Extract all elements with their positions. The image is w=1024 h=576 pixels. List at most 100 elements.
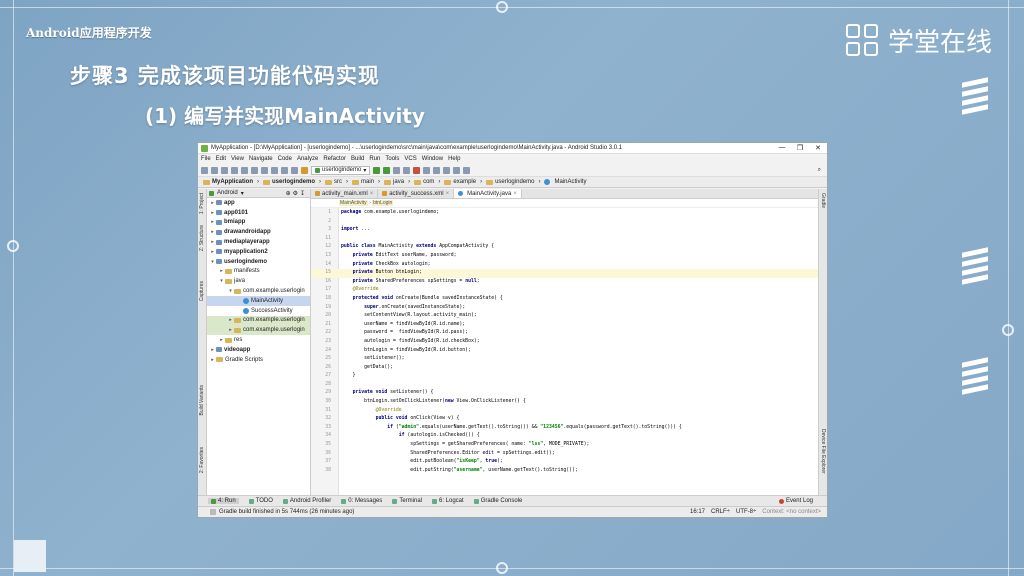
project-view-select[interactable]: Android [217, 190, 238, 196]
code-line[interactable]: 3 import ... [311, 226, 818, 235]
tree-item[interactable]: ▸ app [207, 198, 310, 208]
code-line[interactable]: 19 super.onCreate(savedInstanceState); [311, 304, 818, 313]
avd-manager-icon[interactable] [433, 166, 441, 174]
tree-item[interactable]: ▸ Gradle Scripts [207, 355, 310, 365]
expand-arrow-icon[interactable]: ▸ [209, 219, 216, 225]
code-line[interactable]: 13 private EditText userName, password; [311, 252, 818, 261]
expand-arrow-icon[interactable]: ▸ [209, 229, 216, 235]
menu-item-file[interactable]: File [201, 156, 211, 162]
code-area[interactable]: 1 package com.example.userlogindemo; 2 3 imp… [311, 209, 818, 475]
maximize-icon[interactable]: ❐ [791, 144, 809, 152]
code-line[interactable]: 14 private CheckBox autologin; [311, 261, 818, 270]
tree-item[interactable]: MainActivity [207, 295, 310, 306]
open-icon[interactable] [201, 166, 208, 174]
left-tool-3[interactable]: Build Variants [199, 385, 205, 415]
tab-close-icon[interactable]: × [370, 191, 374, 197]
code-line[interactable]: 12 public class MainActivity extends AppC… [311, 243, 818, 252]
code-line[interactable]: 15 private Button btnLogin; [311, 269, 818, 278]
expand-arrow-icon[interactable]: ▾ [209, 259, 216, 265]
run-config-select[interactable]: userlogindemo ▾ [311, 165, 371, 175]
code-line[interactable]: 11 [311, 235, 818, 244]
nav-crumb[interactable]: src [323, 179, 344, 185]
tree-item[interactable]: ▾ java [207, 276, 310, 286]
nav-crumb[interactable]: userlogindemo [484, 179, 536, 185]
nav-crumb[interactable]: com [412, 179, 436, 185]
expand-arrow-icon[interactable]: ▸ [209, 249, 216, 255]
code-line[interactable]: 24 btnLogin = findViewById(R.id.button); [311, 347, 818, 356]
code-line[interactable]: 27 } [311, 372, 818, 381]
menu-item-navigate[interactable]: Navigate [249, 156, 273, 162]
find-icon[interactable] [281, 166, 288, 174]
menu-item-build[interactable]: Build [351, 156, 364, 162]
tree-item[interactable]: ▸ res [207, 335, 310, 345]
run-icon[interactable] [373, 166, 381, 174]
menu-item-view[interactable]: View [231, 156, 244, 162]
nav-crumb[interactable]: userlogindemo [261, 179, 317, 185]
cut-icon[interactable] [251, 166, 258, 174]
editor-tab[interactable]: activity_main.xml × [311, 189, 379, 198]
chevron-down-icon[interactable]: ▾ [241, 190, 244, 197]
menu-item-code[interactable]: Code [278, 156, 292, 162]
bottom-tab[interactable]: Terminal [392, 498, 422, 504]
status-item[interactable]: CRLF÷ [711, 509, 730, 515]
nav-crumb[interactable]: main [350, 179, 376, 185]
menu-item-tools[interactable]: Tools [385, 156, 399, 162]
menu-item-run[interactable]: Run [369, 156, 380, 162]
tree-item[interactable]: ▸ mediaplayerapp [207, 237, 310, 247]
expand-arrow-icon[interactable]: ▸ [209, 210, 216, 216]
menu-item-refactor[interactable]: Refactor [323, 156, 346, 162]
code-line[interactable]: 25 setListener(); [311, 355, 818, 364]
code-line[interactable]: 1 package com.example.userlogindemo; [311, 209, 818, 218]
code-line[interactable]: 36 SharedPreferences.Editor edit = spSet… [311, 450, 818, 459]
undo-icon[interactable] [231, 166, 238, 174]
code-line[interactable]: 2 [311, 218, 818, 227]
tree-item[interactable]: ▾ com.example.userlogin [207, 286, 310, 296]
bottom-tab[interactable]: Android Profiler [282, 498, 331, 504]
save-icon[interactable] [211, 166, 218, 174]
left-tool-2[interactable]: Captures [199, 281, 205, 301]
status-item[interactable]: Context: <no context> [762, 509, 821, 515]
menu-item-analyze[interactable]: Analyze [297, 156, 318, 162]
expand-arrow-icon[interactable]: ▾ [218, 278, 225, 284]
tree-item[interactable]: ▸ videoapp [207, 345, 310, 355]
code-line[interactable]: 29 private void setListener() { [311, 389, 818, 398]
nav-crumb[interactable]: example [442, 179, 478, 185]
sdk-manager-icon[interactable] [443, 166, 451, 174]
code-line[interactable]: 16 private SharedPreferences spSettings … [311, 278, 818, 287]
menu-item-edit[interactable]: Edit [216, 156, 226, 162]
tree-item[interactable]: ▸ drawandroidapp [207, 227, 310, 237]
code-line[interactable]: 38 edit.putString("username", userName.g… [311, 467, 818, 476]
menu-item-help[interactable]: Help [448, 156, 460, 162]
left-tool-4[interactable]: 2: Favorites [199, 447, 205, 473]
code-line[interactable]: 23 autologin = findViewById(R.id.checkBo… [311, 338, 818, 347]
search-everywhere-icon[interactable]: ⌕ [818, 167, 821, 174]
expand-arrow-icon[interactable]: ▾ [227, 288, 234, 294]
expand-arrow-icon[interactable]: ▸ [209, 347, 216, 353]
tree-item[interactable]: ▸ app0101 [207, 208, 310, 218]
expand-arrow-icon[interactable]: ▸ [209, 357, 216, 363]
bottom-tab[interactable]: 4: Run [208, 498, 239, 504]
bottom-tab[interactable]: 0: Messages [341, 498, 382, 504]
stop-icon[interactable] [413, 166, 421, 174]
status-item[interactable]: 16:17 [690, 509, 705, 515]
right-tool-1[interactable]: Device File Explorer [820, 429, 826, 474]
code-line[interactable]: 30 btnLogin.setOnClickListener(new View.… [311, 398, 818, 407]
bottom-tab[interactable]: Gradle Console [473, 498, 522, 504]
build-hammer-icon[interactable] [301, 166, 308, 174]
attach-debugger-icon[interactable] [403, 166, 411, 174]
code-line[interactable]: 34 if (autologin.isChecked()) { [311, 432, 818, 441]
editor-tab[interactable]: MainActivity.java × [454, 189, 522, 198]
expand-arrow-icon[interactable]: ▸ [227, 317, 234, 323]
left-tool-0[interactable]: 1: Project [199, 193, 205, 214]
code-line[interactable]: 20 setContentView(R.layout.activity_main… [311, 312, 818, 321]
code-line[interactable]: 22 password = findViewById(R.id.pass); [311, 329, 818, 338]
code-line[interactable]: 31 @Override [311, 407, 818, 416]
code-line[interactable]: 37 edit.putBoolean("isKeep", true); [311, 458, 818, 467]
tree-item[interactable]: ▾ userlogindemo [207, 257, 310, 267]
replace-icon[interactable] [291, 166, 298, 174]
code-line[interactable]: 21 userName = findViewById(R.id.name); [311, 321, 818, 330]
code-line[interactable]: 28 [311, 381, 818, 390]
code-line[interactable]: 26 getData(); [311, 364, 818, 373]
panel-settings-icon[interactable]: ⊕⚙↧ [286, 190, 307, 197]
code-line[interactable]: 32 public void onClick(View v) { [311, 415, 818, 424]
